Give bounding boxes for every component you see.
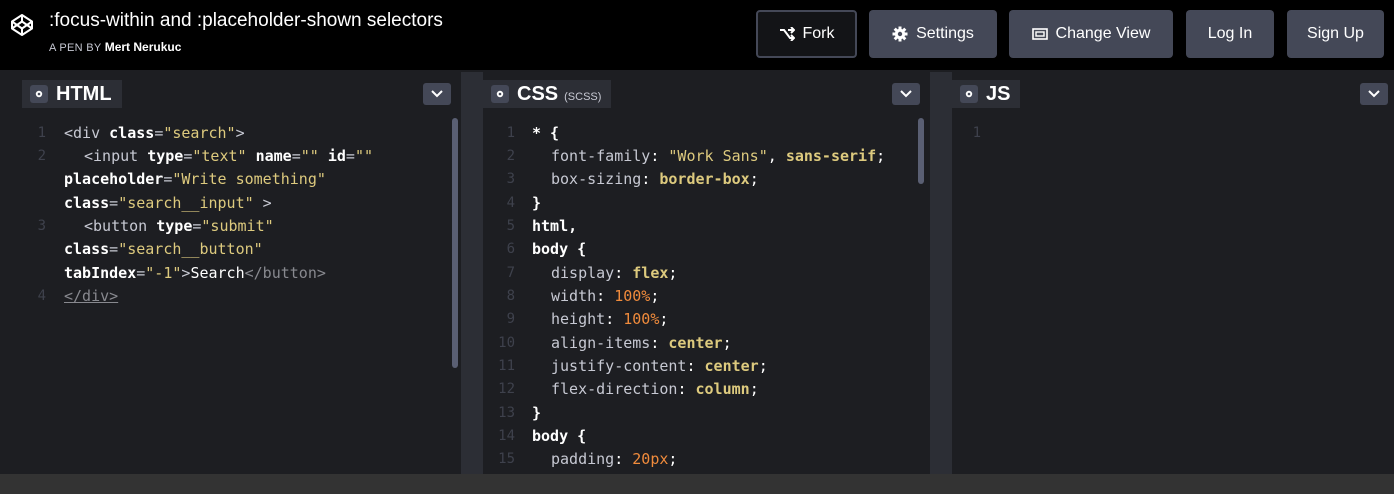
bottom-resize-bar[interactable] <box>0 474 1394 494</box>
html-pane-tab[interactable]: HTML <box>22 80 122 108</box>
code-line: <div class="search"> <box>64 124 245 142</box>
css-code-editor[interactable]: 1 2 3 4 5 6 7 8 9 10 11 12 13 14 15 * { … <box>483 118 930 474</box>
pen-title: :focus-within and :placeholder-shown sel… <box>49 10 443 31</box>
line-number: 4 <box>37 288 46 304</box>
code-line: <input type="text" name="" id="" <box>84 147 373 165</box>
js-editor-pane: JS 1 <box>952 72 1394 474</box>
code-line: placeholder="Write something" <box>64 170 326 188</box>
codepen-logo-icon[interactable] <box>10 13 34 37</box>
line-number: 12 <box>498 381 515 397</box>
html-scrollbar[interactable] <box>452 118 458 368</box>
code-line: align-items: center; <box>551 334 732 352</box>
line-number: 10 <box>498 335 515 351</box>
code-line: height: 100%; <box>551 310 669 328</box>
author-link[interactable]: Mert Nerukuc <box>105 40 182 54</box>
chevron-down-icon <box>900 90 912 98</box>
html-pane-label: HTML <box>56 82 112 105</box>
code-line: body { <box>532 240 587 258</box>
change-view-label: Change View <box>1055 25 1151 42</box>
code-line: <button type="submit" <box>84 217 274 235</box>
line-number: 1 <box>37 125 46 141</box>
code-line: * { <box>532 124 560 142</box>
chevron-down-icon <box>1368 90 1380 98</box>
html-pane-header: HTML <box>0 80 461 108</box>
line-number: 2 <box>506 148 515 164</box>
html-dropdown-button[interactable] <box>423 83 451 105</box>
code-line: padding: 20px; <box>551 450 678 468</box>
css-pane-label: CSS <box>517 82 559 105</box>
line-number: 15 <box>498 451 515 467</box>
css-preprocessor-label: (SCSS) <box>564 90 602 103</box>
line-number: 4 <box>506 195 515 211</box>
login-label: Log In <box>1207 25 1253 42</box>
code-line: box-sizing: border-box; <box>551 170 759 188</box>
code-line: width: 100%; <box>551 287 660 305</box>
change-view-button[interactable]: Change View <box>1009 10 1173 58</box>
code-line: justify-content: center; <box>551 357 768 375</box>
css-settings-icon[interactable] <box>491 85 509 103</box>
html-settings-icon[interactable] <box>30 85 48 103</box>
line-number: 8 <box>506 288 515 304</box>
line-number: 1 <box>506 125 515 141</box>
css-pane-header: CSS (SCSS) <box>483 80 930 108</box>
code-line: } <box>532 404 542 422</box>
settings-label: Settings <box>916 25 974 42</box>
gear-icon <box>892 26 908 42</box>
header-bar: :focus-within and :placeholder-shown sel… <box>0 0 1394 70</box>
html-editor-pane: HTML 1 2 3 4 <div class="search"> <input… <box>0 72 461 474</box>
js-settings-icon[interactable] <box>960 85 978 103</box>
line-number: 9 <box>506 311 515 327</box>
code-line: class="search__button" <box>64 240 263 258</box>
pane-resizer[interactable] <box>461 72 483 474</box>
code-line: flex-direction: column; <box>551 380 759 398</box>
css-scrollbar[interactable] <box>918 118 924 184</box>
line-number: 6 <box>506 241 515 257</box>
line-number: 2 <box>37 148 46 164</box>
html-code-editor[interactable]: 1 2 3 4 <div class="search"> <input type… <box>0 118 461 474</box>
code-line: class="search__input" > <box>64 194 272 212</box>
signup-button[interactable]: Sign Up <box>1287 10 1384 58</box>
js-dropdown-button[interactable] <box>1360 83 1388 105</box>
signup-label: Sign Up <box>1307 25 1364 42</box>
pane-resizer[interactable] <box>930 72 952 474</box>
fork-label: Fork <box>802 25 835 42</box>
code-line: tabIndex="-1">Search</button> <box>64 264 326 282</box>
code-line: font-family: "Work Sans", sans-serif; <box>551 147 886 165</box>
layout-icon <box>1031 28 1048 40</box>
pen-byline: A PEN BY Mert Nerukuc <box>49 40 181 54</box>
js-code-editor[interactable]: 1 <box>952 118 1394 474</box>
settings-button[interactable]: Settings <box>869 10 997 58</box>
line-number: 14 <box>498 428 515 444</box>
chevron-down-icon <box>431 90 443 98</box>
line-number: 5 <box>506 218 515 234</box>
css-dropdown-button[interactable] <box>892 83 920 105</box>
code-line: display: flex; <box>551 264 678 282</box>
js-pane-header: JS <box>952 80 1394 108</box>
line-number: 13 <box>498 405 515 421</box>
byline-prefix: A PEN BY <box>49 42 102 54</box>
line-number: 1 <box>972 125 981 141</box>
login-button[interactable]: Log In <box>1186 10 1274 58</box>
fork-button[interactable]: Fork <box>756 10 857 58</box>
css-editor-pane: CSS (SCSS) 1 2 3 4 5 6 7 8 9 10 11 12 13… <box>483 72 930 474</box>
code-line: </div> <box>64 287 119 305</box>
line-number: 3 <box>506 171 515 187</box>
js-pane-tab[interactable]: JS <box>952 80 1021 108</box>
css-pane-tab[interactable]: CSS (SCSS) <box>483 80 612 108</box>
line-number: 3 <box>37 218 46 234</box>
code-line: html, <box>532 217 578 235</box>
line-number: 11 <box>498 358 515 374</box>
code-line: body { <box>532 427 587 445</box>
js-pane-label: JS <box>986 82 1011 105</box>
code-line: } <box>532 194 542 212</box>
fork-icon <box>779 27 795 41</box>
line-number: 7 <box>506 265 515 281</box>
